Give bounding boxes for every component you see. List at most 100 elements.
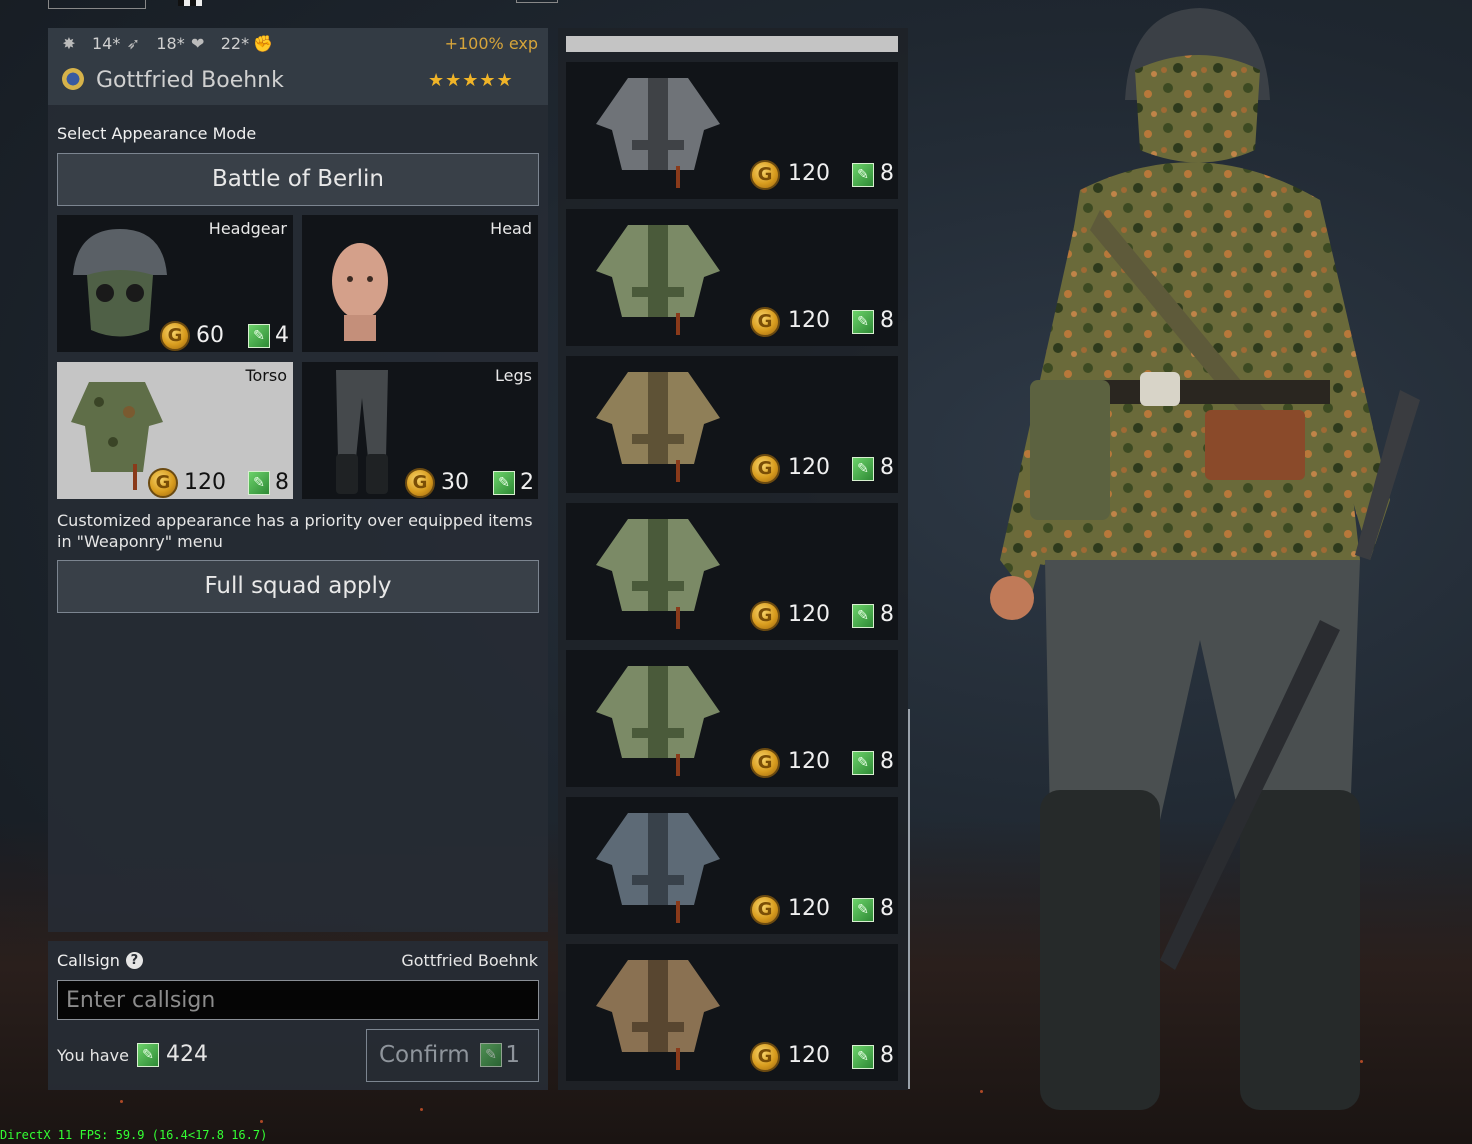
list-item-partial[interactable] [566,36,898,52]
gold-cost: 120 [788,602,830,627]
gold-icon: G [148,468,178,498]
list-item[interactable]: G 120 ✎ 8 [566,503,898,640]
confirm-button[interactable]: Confirm ✎ 1 [366,1029,539,1082]
list-scrollbar[interactable] [908,709,910,1089]
ticket-icon: ✎ [852,604,874,628]
stat-health: 18* ❤ [156,34,206,53]
list-item[interactable]: G 120 ✎ 8 [566,797,898,934]
you-have-label: You have [57,1046,129,1065]
stat-value: 18* [156,34,185,53]
slot-legs[interactable]: Legs G 30 ✎ 2 [302,362,538,499]
slot-title: Legs [495,366,532,385]
item-thumbnail [596,960,720,1070]
appearance-panel: ✸ 14* ➶ 18* ❤ 22* ✊ +100% exp Gottfried Boe… [48,28,548,932]
stat-stamina: 14* ➶ [92,34,142,53]
ticket-icon: ✎ [852,898,874,922]
nation-flag-icon[interactable] [178,0,202,6]
callsign-input[interactable] [57,980,539,1020]
gold-icon: G [750,307,780,337]
stat-value: 14* [92,34,121,53]
callsign-panel: Callsign ? Gottfried Boehnk You have ✎ 4… [48,941,548,1090]
gold-icon: G [750,601,780,631]
gold-icon: G [160,321,190,351]
ticket-icon: ✎ [493,471,515,495]
gold-cost: 60 [196,323,224,348]
ticket-cost: 4 [275,323,289,348]
ember [260,1120,263,1123]
ticket-cost: 8 [275,470,289,495]
ticket-cost: 2 [520,470,534,495]
ticket-cost: 8 [880,602,894,627]
item-thumbnail [596,225,720,335]
gold-cost: 120 [184,470,226,495]
list-item[interactable]: G 120 ✎ 8 [566,650,898,787]
soldier-header: ✸ 14* ➶ 18* ❤ 22* ✊ +100% exp Gottfried Boe… [48,28,548,105]
stat-rank: ✸ [60,33,78,53]
you-have-value: 424 [166,1042,208,1067]
item-thumbnail [596,372,720,482]
list-item[interactable]: G 120 ✎ 8 [566,209,898,346]
fps-counter: DirectX 11 FPS: 59.9 (16.4<17.8 16.7) [0,1128,268,1142]
slot-title: Head [490,219,532,238]
ticket-icon: ✎ [852,1045,874,1069]
ticket-cost: 8 [880,455,894,480]
appearance-priority-note: Customized appearance has a priority ove… [57,511,533,551]
ticket-cost: 8 [880,308,894,333]
gold-cost: 120 [788,455,830,480]
gold-cost: 120 [788,896,830,921]
list-item[interactable]: G 120 ✎ 8 [566,944,898,1081]
gold-cost: 120 [788,308,830,333]
rating-stars: ★★★★★ [428,70,514,91]
ticket-cost: 8 [880,896,894,921]
appearance-mode-select[interactable]: Battle of Berlin [57,153,539,206]
medal-icon [62,68,84,90]
top-menu-button[interactable] [516,0,558,3]
gold-cost: 120 [788,1043,830,1068]
ticket-cost: 8 [880,161,894,186]
slot-title: Headgear [208,219,287,238]
exp-bonus: +100% exp [444,34,538,53]
strength-icon: ✊ [253,33,273,53]
gold-icon: G [750,454,780,484]
head-thumbnail [332,243,388,341]
ticket-icon: ✎ [137,1043,159,1067]
appearance-mode-label: Select Appearance Mode [57,124,257,143]
gold-icon: G [405,468,435,498]
legs-thumbnail [336,370,388,494]
help-icon[interactable]: ? [125,952,143,969]
torso-items-list[interactable]: G 120 ✎ 8 G 120 ✎ 8 G 120 ✎ 8 G 120 ✎ 8 G 120 ✎ 8 G 120 ✎ 8 G 120… [558,28,908,1090]
confirm-cost: 1 [505,1042,520,1068]
stat-strength: 22* ✊ [221,33,273,53]
slot-torso[interactable]: Torso G 120 ✎ 8 [57,362,293,499]
gold-cost: 30 [441,470,469,495]
ticket-cost: 8 [880,749,894,774]
item-thumbnail [596,78,720,188]
current-callsign: Gottfried Boehnk [401,951,538,970]
list-item[interactable]: G 120 ✎ 8 [566,356,898,493]
slot-headgear[interactable]: Headgear G 60 ✎ 4 [57,215,293,352]
gold-icon: G [750,1042,780,1072]
soldier-preview[interactable] [960,0,1472,1144]
ember [420,1108,423,1111]
gold-icon: G [750,748,780,778]
gold-icon: G [750,895,780,925]
slot-title: Torso [245,366,287,385]
soldier-name: Gottfried Boehnk [96,68,284,93]
list-item[interactable]: G 120 ✎ 8 [566,62,898,199]
confirm-label: Confirm [379,1042,470,1068]
ticket-icon: ✎ [248,324,270,348]
rank-icon: ✸ [62,33,76,53]
item-thumbnail [596,519,720,629]
slot-head[interactable]: Head [302,215,538,352]
full-squad-apply-button[interactable]: Full squad apply [57,560,539,613]
gold-icon: G [750,160,780,190]
stamina-icon: ➶ [126,33,141,53]
item-thumbnail [596,813,720,923]
top-tab-button[interactable] [48,0,146,9]
callsign-label-group: Callsign ? [57,951,143,970]
ticket-icon: ✎ [852,163,874,187]
ticket-icon: ✎ [248,471,270,495]
gold-cost: 120 [788,749,830,774]
gold-cost: 120 [788,161,830,186]
headgear-thumbnail [73,229,167,337]
